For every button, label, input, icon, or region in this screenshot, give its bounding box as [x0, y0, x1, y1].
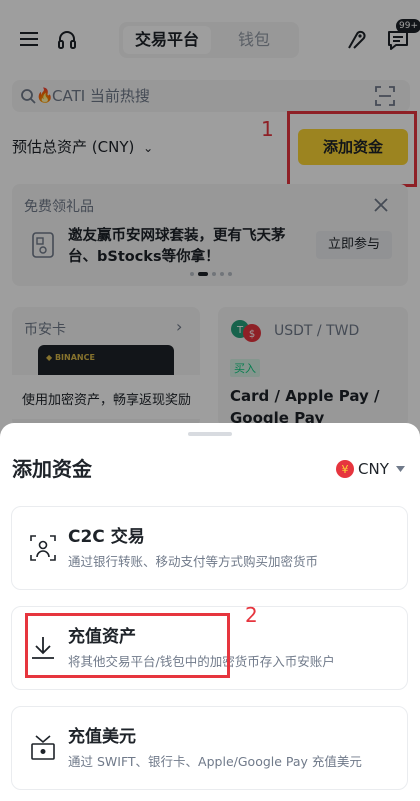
annotation-label-2: 2 [245, 603, 258, 627]
option-c2c[interactable]: C2C 交易 通过银行转账、移动支付等方式购买加密货币 [11, 506, 408, 590]
option-desc: 通过银行转账、移动支付等方式购买加密货币 [68, 554, 319, 569]
option-deposit-usd[interactable]: 充值美元 通过 SWIFT、银行卡、Apple/Google Pay 充值美元 [11, 706, 408, 790]
cny-flag-icon: ¥ [336, 460, 354, 478]
add-funds-sheet: 添加资金 ¥ CNY C2C 交易 通过银行转账、移动支付等方式购买加密货币 充… [0, 423, 420, 801]
currency-code: CNY [358, 460, 389, 478]
drag-handle[interactable] [188, 432, 232, 436]
option-title: 充值美元 [68, 727, 136, 747]
option-desc: 通过 SWIFT、银行卡、Apple/Google Pay 充值美元 [68, 754, 362, 769]
svg-text:¥: ¥ [342, 463, 349, 476]
c2c-users-icon [30, 535, 56, 561]
caret-down-icon [396, 466, 405, 472]
annotation-box-2 [25, 613, 230, 678]
sheet-title: 添加资金 [12, 457, 92, 481]
deposit-usd-icon [31, 735, 55, 760]
option-title: C2C 交易 [68, 527, 145, 547]
